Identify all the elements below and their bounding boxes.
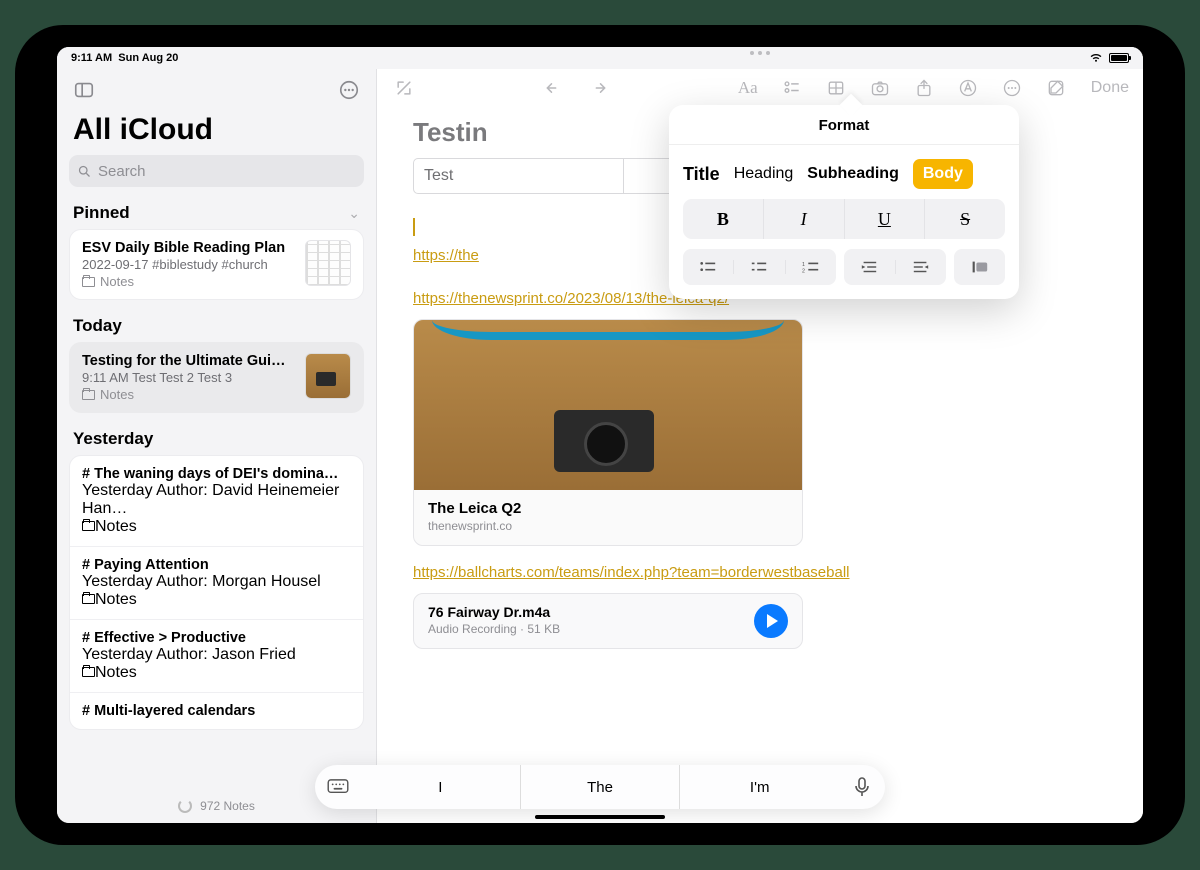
search-input[interactable]: Search: [69, 155, 364, 187]
format-popover: Format Title Heading Subheading Body B I…: [669, 105, 1019, 299]
more-button[interactable]: [999, 75, 1025, 101]
more-options-button[interactable]: [336, 77, 362, 103]
svg-text:1: 1: [802, 262, 805, 268]
editor-toolbar: Aa Done: [377, 69, 1143, 107]
yesterday-list: # The waning days of DEI's domina… Yeste…: [69, 455, 364, 730]
folder-icon: [82, 390, 95, 400]
status-time: 9:11 AM: [71, 52, 112, 64]
status-bar: 9:11 AM Sun Aug 20: [57, 47, 1143, 69]
block-quote-button[interactable]: [954, 249, 1005, 285]
editor: Aa Done Testin Apple Notes Test: [377, 47, 1143, 823]
underline-button[interactable]: U: [844, 199, 925, 239]
expand-button[interactable]: [391, 75, 417, 101]
camera-button[interactable]: [867, 75, 893, 101]
note-item[interactable]: # Effective > Productive Yesterday Autho…: [70, 620, 363, 693]
folder-icon: [82, 594, 95, 604]
audio-attachment[interactable]: 76 Fairway Dr.m4a Audio Recording · 51 K…: [413, 593, 803, 649]
section-pinned[interactable]: Pinned ⌄: [57, 197, 376, 227]
style-title[interactable]: Title: [683, 164, 720, 185]
list-style-segment: 12: [683, 249, 836, 285]
indent-button[interactable]: [895, 260, 947, 274]
folder-icon: [82, 667, 95, 677]
bullet-list-button[interactable]: [683, 260, 733, 274]
sidebar: All iCloud Search Pinned ⌄ ESV Daily Bib…: [57, 47, 377, 823]
dictation-button[interactable]: [839, 777, 885, 797]
table-button[interactable]: [823, 75, 849, 101]
popover-title: Format: [669, 105, 1019, 145]
numbered-list-button[interactable]: 12: [785, 260, 836, 274]
link[interactable]: https://the: [413, 247, 479, 264]
search-icon: [77, 164, 92, 179]
markup-button[interactable]: [955, 75, 981, 101]
redo-button[interactable]: [585, 75, 611, 101]
dash-list-button[interactable]: [733, 260, 784, 274]
wifi-icon: [1089, 53, 1103, 63]
section-today: Today: [57, 310, 376, 340]
text-cursor: [413, 218, 415, 236]
indent-segment: [844, 249, 946, 285]
suggestion[interactable]: The: [520, 765, 680, 809]
keyboard-suggestion-bar: I The I'm: [315, 765, 885, 809]
style-body-selected[interactable]: Body: [913, 159, 973, 189]
style-heading[interactable]: Heading: [734, 165, 794, 183]
home-indicator[interactable]: [535, 815, 665, 819]
status-date: Sun Aug 20: [118, 52, 178, 64]
play-button[interactable]: [754, 604, 788, 638]
page-title: All iCloud: [57, 111, 376, 155]
note-item-today-selected[interactable]: Testing for the Ultimate Gui… 9:11 AM Te…: [69, 342, 364, 413]
sidebar-toggle-button[interactable]: [71, 77, 97, 103]
italic-button[interactable]: I: [763, 199, 844, 239]
table-cell[interactable]: Test: [414, 159, 623, 193]
multitask-handle[interactable]: [750, 51, 770, 55]
link[interactable]: https://ballcharts.com/teams/index.php?t…: [413, 564, 850, 581]
share-button[interactable]: [911, 75, 937, 101]
sync-spinner-icon: [178, 799, 192, 813]
format-segment: B I U S: [683, 199, 1005, 239]
text-style-picker[interactable]: Title Heading Subheading Body: [669, 145, 1019, 199]
note-item[interactable]: # The waning days of DEI's domina… Yeste…: [70, 456, 363, 547]
undo-button[interactable]: [541, 75, 567, 101]
strikethrough-button[interactable]: S: [924, 199, 1005, 239]
folder-icon: [82, 521, 95, 531]
suggestion[interactable]: I'm: [679, 765, 839, 809]
note-thumbnail: [305, 240, 351, 286]
compose-button[interactable]: [1043, 75, 1069, 101]
checklist-button[interactable]: [779, 75, 805, 101]
preview-image: [414, 320, 802, 490]
folder-icon: [82, 277, 95, 287]
note-item[interactable]: # Multi-layered calendars: [70, 693, 363, 729]
note-item[interactable]: # Paying Attention Yesterday Author: Mor…: [70, 547, 363, 620]
style-subheading[interactable]: Subheading: [807, 165, 899, 183]
keyboard-button[interactable]: [315, 779, 361, 795]
text-style-button[interactable]: Aa: [735, 75, 761, 101]
section-yesterday: Yesterday: [57, 423, 376, 453]
chevron-down-icon: ⌄: [348, 205, 360, 222]
link-preview-card[interactable]: The Leica Q2 thenewsprint.co: [413, 319, 803, 546]
suggestion[interactable]: I: [361, 765, 520, 809]
done-button[interactable]: Done: [1091, 79, 1129, 97]
outdent-button[interactable]: [844, 260, 895, 274]
note-item-pinned[interactable]: ESV Daily Bible Reading Plan 2022-09-17 …: [69, 229, 364, 300]
bold-button[interactable]: B: [683, 199, 763, 239]
battery-icon: [1109, 53, 1129, 63]
note-thumbnail: [305, 353, 351, 399]
svg-text:2: 2: [802, 268, 805, 274]
